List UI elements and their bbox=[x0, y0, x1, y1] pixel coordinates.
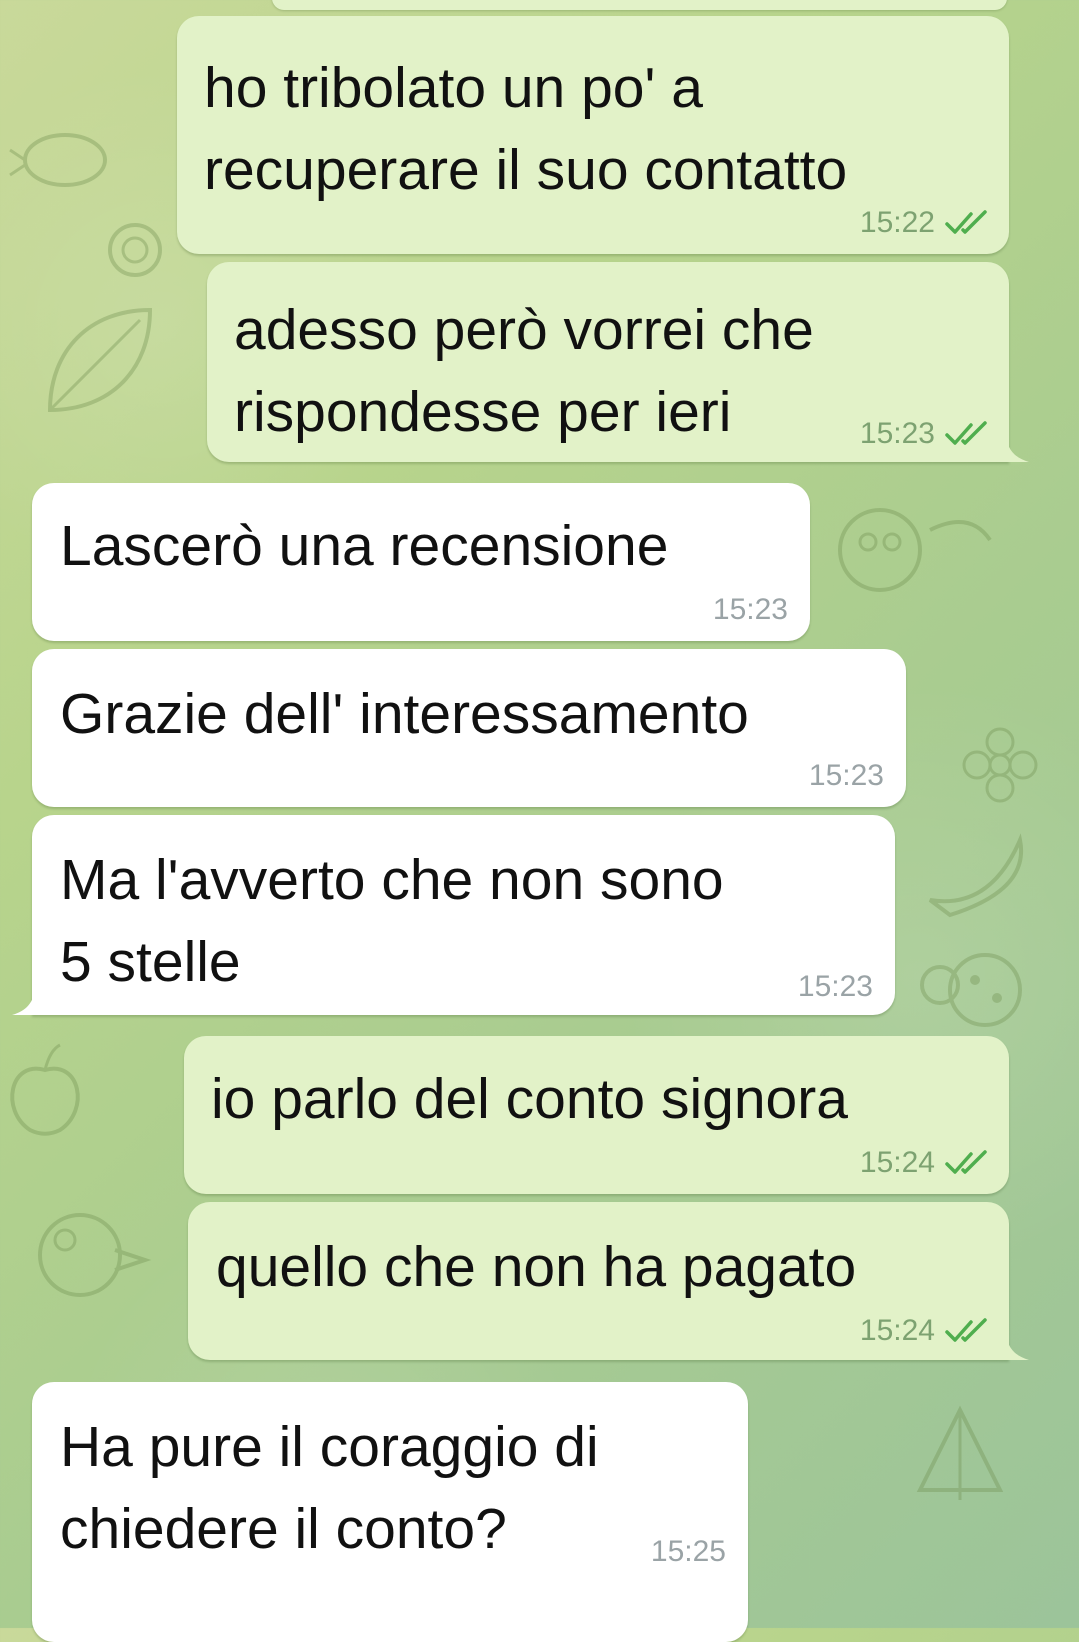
message-text: Grazie dell' interessamento bbox=[60, 682, 749, 746]
message-bubble-incoming[interactable]: Grazie dell' interessamento 15:23 bbox=[32, 649, 906, 807]
apple-doodle-icon bbox=[10, 1043, 80, 1136]
message-time: 15:23 bbox=[797, 970, 873, 1003]
message-meta: 15:22 bbox=[860, 206, 991, 240]
bubble-tail bbox=[1005, 1330, 1029, 1360]
message-text: adesso però vorrei che rispondesse per i… bbox=[234, 298, 814, 444]
message-bubble-incoming[interactable]: Ha pure il coraggio di chiedere il conto… bbox=[32, 1382, 748, 1642]
message-bubble-incoming[interactable]: Lascerò una recensione 15:23 bbox=[32, 483, 810, 641]
owl-doodle-icon bbox=[838, 508, 992, 592]
message-bubble-outgoing[interactable]: io parlo del conto signora 15:24 bbox=[184, 1036, 1009, 1194]
message-time: 15:23 bbox=[808, 759, 884, 792]
message-time: 15:23 bbox=[712, 593, 788, 626]
message-meta: 15:24 bbox=[860, 1314, 991, 1348]
double-check-icon bbox=[945, 1318, 987, 1342]
message-time: 15:23 bbox=[859, 417, 935, 450]
leaf-doodle-icon bbox=[47, 307, 153, 413]
message-text: Ha pure il coraggio di chiedere il conto… bbox=[60, 1415, 599, 1561]
message-time: 15:24 bbox=[859, 1146, 935, 1179]
message-time: 15:25 bbox=[650, 1535, 726, 1568]
bubble-tail bbox=[1005, 432, 1029, 462]
message-bubble-outgoing[interactable]: quello che non ha pagato 15:24 bbox=[188, 1202, 1009, 1360]
message-text: io parlo del conto signora bbox=[211, 1067, 848, 1131]
message-meta: 15:23 bbox=[713, 593, 788, 627]
message-meta: 15:24 bbox=[860, 1146, 991, 1180]
double-check-icon bbox=[945, 1150, 987, 1174]
message-time: 15:24 bbox=[859, 1314, 935, 1347]
message-meta: 15:25 bbox=[651, 1535, 726, 1569]
leaf-small-doodle-icon bbox=[916, 1405, 1004, 1500]
double-check-icon bbox=[945, 421, 987, 445]
banana-doodle-icon bbox=[928, 833, 1024, 918]
message-meta: 15:23 bbox=[809, 759, 884, 793]
message-text: quello che non ha pagato bbox=[216, 1235, 857, 1299]
flower-doodle-icon bbox=[962, 727, 1038, 803]
bubble-tail bbox=[12, 985, 36, 1015]
message-text: ho tribolato un po' a recuperare il suo … bbox=[204, 56, 848, 202]
message-meta: 15:23 bbox=[798, 970, 873, 1004]
previous-message-edge bbox=[272, 0, 1007, 10]
message-text: Lascerò una recensione bbox=[60, 514, 669, 578]
message-text: Ma l'avverto che non sono 5 stelle bbox=[60, 848, 724, 994]
message-bubble-incoming[interactable]: Ma l'avverto che non sono 5 stelle 15:23 bbox=[32, 815, 895, 1015]
message-bubble-outgoing[interactable]: adesso però vorrei che rispondesse per i… bbox=[207, 262, 1009, 462]
double-check-icon bbox=[945, 210, 987, 234]
ladybug-doodle-icon bbox=[920, 953, 1022, 1027]
message-time: 15:22 bbox=[859, 206, 935, 239]
message-bubble-outgoing[interactable]: ho tribolato un po' a recuperare il suo … bbox=[177, 16, 1009, 254]
message-meta: 15:23 bbox=[860, 417, 991, 451]
beetle-doodle-icon bbox=[9, 133, 107, 187]
bird-doodle-icon bbox=[38, 1213, 152, 1297]
snail-doodle-icon bbox=[108, 223, 162, 277]
